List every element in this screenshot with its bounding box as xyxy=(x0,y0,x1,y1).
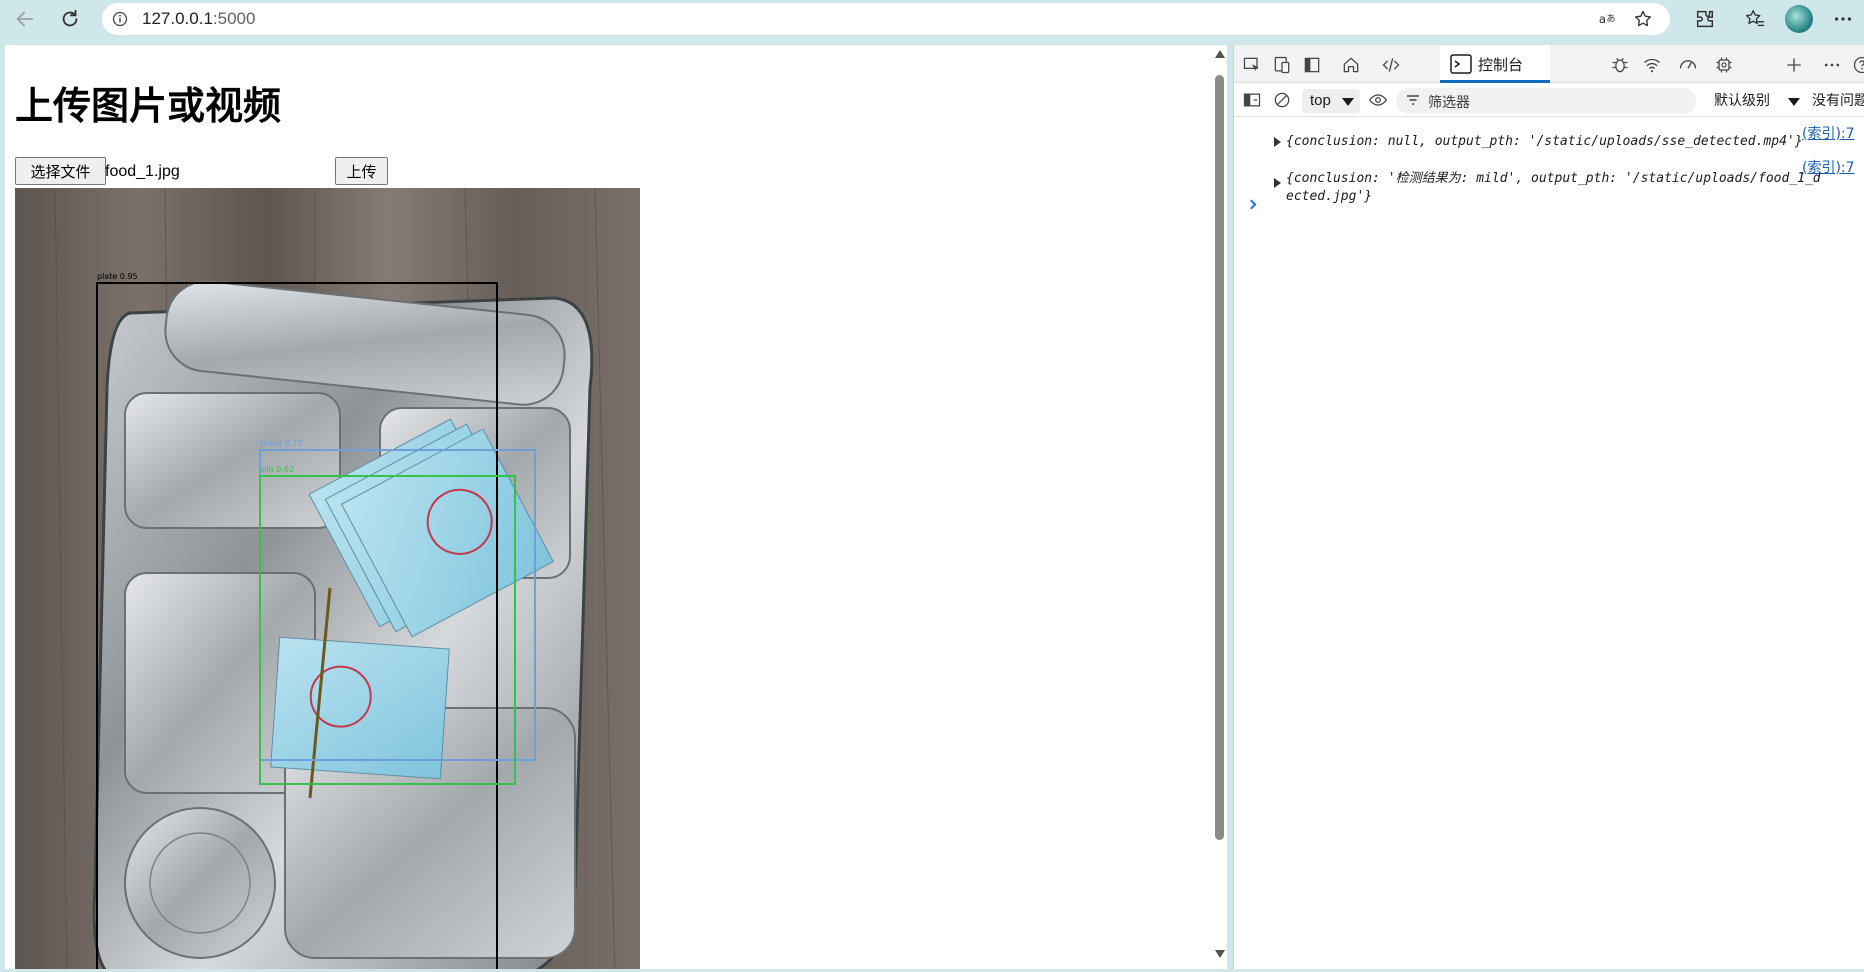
expand-object-icon[interactable] xyxy=(1274,178,1281,188)
browser-toolbar: 127.0.0.1:5000 aあ xyxy=(0,0,1864,38)
tab-console-label: 控制台 xyxy=(1478,56,1524,74)
page-scrollbar[interactable] xyxy=(1212,45,1227,969)
address-bar[interactable]: 127.0.0.1:5000 aあ xyxy=(102,3,1670,35)
tab-sources[interactable] xyxy=(1608,53,1632,77)
chevron-down-icon xyxy=(1788,98,1800,106)
translate-icon: aあ xyxy=(1599,12,1616,26)
devtools-menu-button[interactable] xyxy=(1820,53,1844,77)
profile-avatar[interactable] xyxy=(1785,5,1813,33)
device-emulation-button[interactable] xyxy=(1270,53,1294,77)
context-selector-value: top xyxy=(1310,92,1331,109)
favorite-button[interactable] xyxy=(1631,7,1655,31)
tab-welcome[interactable] xyxy=(1339,53,1363,77)
devtools-tab-bar: 控制台 xyxy=(1234,45,1864,83)
context-selector[interactable]: top xyxy=(1302,89,1360,113)
home-icon xyxy=(1343,57,1359,73)
detection-label-plate: plate 0.95 xyxy=(97,272,138,281)
bug-icon xyxy=(1612,57,1628,73)
eye-icon xyxy=(1368,94,1388,106)
detection-result-image: plate 0.95 ticket 0.77 slip 0.62 xyxy=(15,188,640,969)
console-toolbar: top 筛选器 默认级别 没有问题 xyxy=(1234,83,1864,117)
clear-console-button[interactable] xyxy=(1270,88,1294,112)
inspect-icon xyxy=(1243,57,1259,71)
plus-icon xyxy=(1787,58,1801,72)
wifi-icon xyxy=(1644,58,1660,73)
upload-button[interactable]: 上传 xyxy=(335,157,388,185)
gauge-icon xyxy=(1679,60,1697,69)
expand-object-icon[interactable] xyxy=(1274,137,1281,147)
dock-side-button[interactable] xyxy=(1300,53,1324,77)
tab-elements[interactable] xyxy=(1379,53,1403,77)
filter-placeholder: 筛选器 xyxy=(1428,95,1470,111)
extensions-button[interactable] xyxy=(1690,4,1720,34)
tab-memory[interactable] xyxy=(1712,53,1736,77)
clear-icon xyxy=(1274,92,1290,108)
code-icon xyxy=(1382,58,1400,72)
detection-label-slip: slip 0.62 xyxy=(260,465,294,474)
site-info-icon[interactable] xyxy=(112,11,128,27)
live-expression-button[interactable] xyxy=(1366,88,1390,112)
url-port: :5000 xyxy=(212,9,256,28)
star-icon xyxy=(1635,10,1651,27)
console-log-message-continued[interactable]: ected.jpg'} xyxy=(1286,188,1372,206)
favorites-button[interactable] xyxy=(1740,4,1770,34)
svg-text:あ: あ xyxy=(1606,14,1615,25)
tab-network[interactable] xyxy=(1640,53,1664,77)
selected-file-name: food_1.jpg xyxy=(105,163,180,180)
panel-icon xyxy=(1304,57,1320,73)
detection-label-ticket: ticket 0.77 xyxy=(260,439,303,448)
more-horizontal-icon xyxy=(1824,63,1840,67)
device-icon xyxy=(1274,56,1290,74)
favorites-list-icon xyxy=(1745,10,1765,27)
reload-button[interactable] xyxy=(55,4,85,34)
url-text[interactable]: 127.0.0.1:5000 xyxy=(142,9,255,29)
console-filter-input[interactable]: 筛选器 xyxy=(1396,88,1696,114)
log-source-link[interactable]: (索引):7 xyxy=(1802,123,1855,143)
more-tools-button[interactable] xyxy=(1782,53,1806,77)
puzzle-icon xyxy=(1696,10,1714,28)
issues-counter[interactable]: 没有问题 xyxy=(1812,90,1864,110)
read-aloud-button[interactable]: aあ xyxy=(1596,7,1620,31)
help-button[interactable] xyxy=(1850,53,1864,77)
help-icon xyxy=(1853,56,1864,74)
back-button[interactable] xyxy=(10,4,40,34)
console-icon xyxy=(1450,54,1472,74)
svg-text:a: a xyxy=(1599,12,1606,26)
chip-icon xyxy=(1716,57,1732,73)
more-horizontal-icon xyxy=(1834,17,1852,21)
scroll-down-arrow[interactable] xyxy=(1215,950,1225,958)
filter-icon xyxy=(1407,95,1419,105)
url-host: 127.0.0.1 xyxy=(142,9,213,28)
page-viewport: 上传图片或视频 选择文件 food_1.jpg 上传 plate 0.95 ti… xyxy=(5,45,1227,969)
tab-performance[interactable] xyxy=(1676,53,1700,77)
arrow-left-icon xyxy=(16,11,34,27)
reload-icon xyxy=(62,9,78,27)
inspect-element-button[interactable] xyxy=(1240,53,1264,77)
tab-console[interactable]: 控制台 xyxy=(1440,45,1550,83)
console-log-message[interactable]: {conclusion: '检测结果为: mild', output_pth: … xyxy=(1286,170,1821,188)
console-log-message[interactable]: {conclusion: null, output_pth: '/static/… xyxy=(1286,133,1803,151)
scroll-thumb[interactable] xyxy=(1215,75,1224,840)
choose-file-button[interactable]: 选择文件 xyxy=(15,157,106,185)
scroll-up-arrow[interactable] xyxy=(1215,50,1225,58)
sidebar-toggle-button[interactable] xyxy=(1240,88,1264,112)
page-title: 上传图片或视频 xyxy=(15,84,282,128)
devtools-panel: 控制台 top 筛选器 默认级别 没有问题 (索引):7 {conclusion… xyxy=(1233,45,1864,969)
more-menu-button[interactable] xyxy=(1828,4,1858,34)
sidebar-icon xyxy=(1243,93,1261,107)
console-prompt-icon[interactable] xyxy=(1246,199,1257,210)
chevron-down-icon xyxy=(1342,98,1354,106)
log-level-selector[interactable]: 默认级别 xyxy=(1714,90,1770,110)
